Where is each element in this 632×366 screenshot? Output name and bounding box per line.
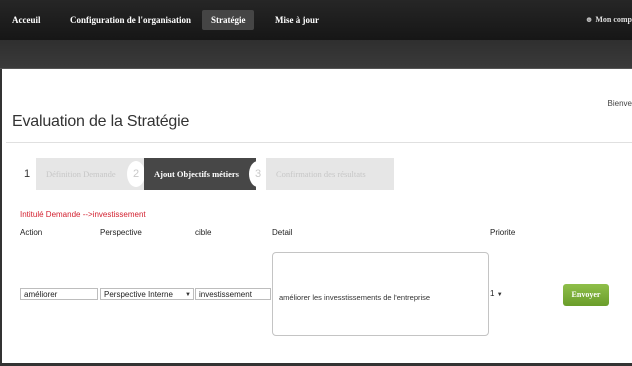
wizard-steps: 1 Définition Demande 2 Ajout Objectifs m… [16, 158, 394, 190]
step-2-ajout-objectifs[interactable]: Ajout Objectifs métiers [144, 158, 256, 190]
perspective-value: Perspective Interne [104, 290, 173, 299]
detail-textarea[interactable]: améliorer les invesstissements de l'entr… [272, 252, 489, 336]
nav-acceuil[interactable]: Acceuil [12, 10, 41, 30]
priorite-select[interactable]: 1 ▼ [490, 288, 508, 300]
action-input[interactable]: améliorer [20, 288, 98, 300]
chevron-down-icon: ▼ [185, 292, 191, 298]
priorite-value: 1 [490, 289, 495, 298]
nav-mise-a-jour[interactable]: Mise à jour [275, 10, 319, 30]
top-navigation: Acceuil Configuration de l'organisation … [0, 0, 632, 40]
user-account-menu[interactable]: ☻ Mon comp [585, 10, 632, 30]
chevron-down-icon: ▼ [496, 292, 503, 298]
user-account-label: Mon comp [595, 15, 632, 24]
column-cible: cible [195, 228, 212, 237]
column-perspective: Perspective [100, 228, 142, 237]
user-icon: ☻ [584, 15, 594, 24]
column-priorite: Priorite [490, 228, 516, 237]
nav-configuration[interactable]: Configuration de l'organisation [70, 10, 191, 30]
request-title: Intitulé Demande -->investissement [20, 210, 146, 219]
step-3-number: 3 [249, 161, 267, 187]
perspective-select[interactable]: Perspective Interne ▼ [100, 288, 194, 300]
column-action: Action [20, 228, 43, 237]
envoyer-button[interactable]: Envoyer [563, 284, 609, 306]
sub-navigation-bar [0, 40, 632, 69]
page-title: Evaluation de la Stratégie [12, 113, 190, 130]
cible-input[interactable]: investissement [195, 288, 271, 300]
nav-strategie[interactable]: Stratégie [202, 10, 255, 30]
column-detail: Detail [272, 228, 293, 237]
step-3-confirmation[interactable]: Confirmation des résultats [266, 158, 394, 190]
step-1-number: 1 [23, 168, 31, 180]
welcome-text: Bienve [607, 99, 632, 108]
detail-value: améliorer les invesstissements de l'entr… [279, 293, 431, 302]
step-2-number: 2 [127, 161, 145, 187]
title-divider [6, 142, 632, 143]
